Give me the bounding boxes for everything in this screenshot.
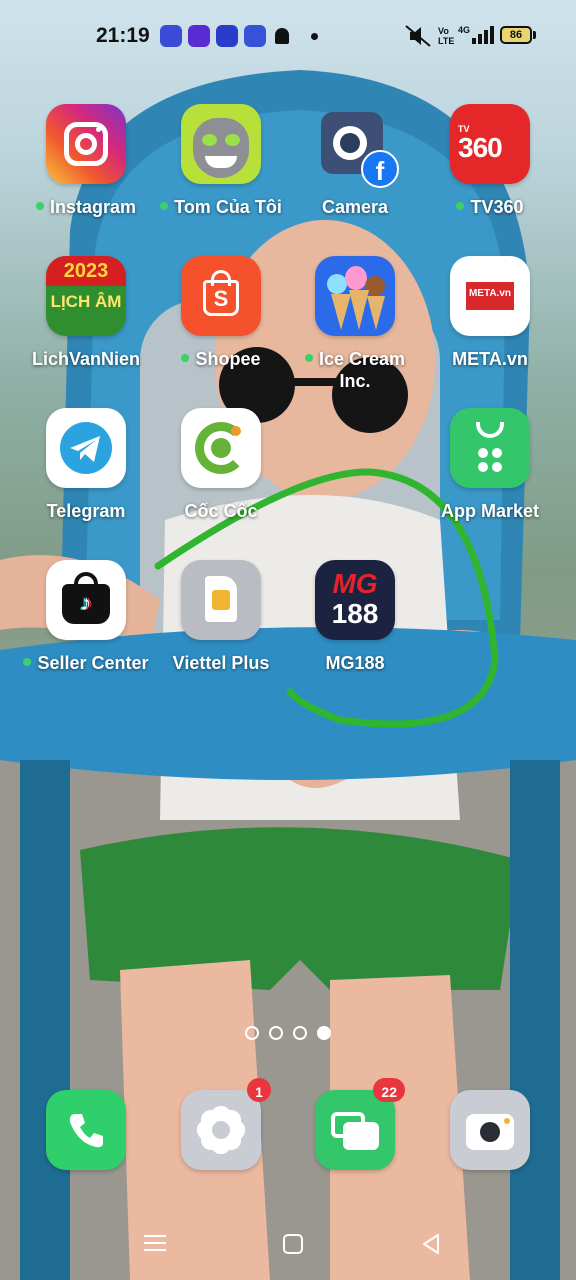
app-label: Tom Của Tôi [156,196,286,218]
mg188-icon: MG 188 [315,560,395,640]
new-dot [456,202,465,211]
battery-level: 86 [509,29,523,41]
app-label: Shopee [156,348,286,370]
page-dot[interactable] [269,1026,283,1040]
dot-icon [311,33,318,40]
telegram-icon [46,408,126,488]
coccoc-icon [181,408,261,488]
network-type: 4G [458,25,470,35]
app-meta-vn[interactable]: META.vn META.vn [425,256,555,370]
app-label: Cốc Cốc [184,501,258,521]
notification-badge: 22 [373,1078,405,1102]
app-camera-facebook[interactable]: f Camera [290,104,420,218]
app-label: Camera [321,197,389,217]
sim-card-icon [181,560,261,640]
dock-camera[interactable] [425,1090,555,1170]
ice-cream-icon [315,256,395,336]
meta-vn-icon: META.vn [450,256,530,336]
app-label: TV360 [425,196,555,218]
new-dot [23,658,32,667]
new-dot [35,202,44,211]
signal-icon: 4G [458,25,494,44]
bell-icon [275,28,289,44]
dock-settings[interactable]: 1 [156,1078,286,1170]
app-seller-center[interactable]: ♪ Seller Center [21,560,151,674]
app-label: App Market [440,501,539,521]
camera-icon [450,1090,530,1170]
page-indicator [0,1026,576,1045]
app-mg188[interactable]: MG 188 MG188 [290,560,420,674]
game-icon [188,25,210,47]
app-ice-cream[interactable]: Ice Cream Inc. [290,256,420,392]
new-dot [304,354,313,363]
app-label: LichVanNien [31,349,141,369]
volte-icon: Vo LTE [438,26,455,46]
menu-icon[interactable] [144,1233,166,1253]
page-dot-active[interactable] [317,1026,331,1040]
calendar-icon: 2023 LỊCH ÂM [46,256,126,336]
app-telegram[interactable]: Telegram [21,408,151,522]
clock: 21:19 [96,24,150,47]
new-dot [160,202,169,211]
app-market-icon [450,408,530,488]
status-bar: 21:19 Vo LTE 4G 86 [0,0,576,72]
app-coccoc[interactable]: Cốc Cốc [156,408,286,522]
phone-icon [46,1090,126,1170]
controller-icon [216,25,238,47]
back-icon[interactable] [420,1233,442,1255]
page-dot[interactable] [245,1026,259,1040]
mute-icon [405,25,431,47]
dock-phone[interactable] [21,1090,151,1170]
app-label: Viettel Plus [172,653,270,673]
app-label: Ice Cream Inc. [290,348,420,392]
hotspot-icon [160,25,182,47]
calendar-sale-icon [244,25,266,47]
app-label: Instagram [21,196,151,218]
navigation-bar [0,1225,576,1265]
battery-tip [533,31,536,39]
app-viettel-plus[interactable]: Viettel Plus [156,560,286,674]
page-dot[interactable] [293,1026,307,1040]
app-label: Telegram [46,501,126,521]
app-label: Seller Center [21,652,151,674]
app-label: MG188 [325,653,385,673]
tiktok-seller-icon: ♪ [46,560,126,640]
settings-gear-icon: 1 [181,1078,271,1170]
app-tv360[interactable]: TV 360 TV360 [425,104,555,218]
app-app-market[interactable]: App Market [425,408,555,522]
notification-badge: 1 [247,1078,271,1102]
shopee-icon: S [181,256,261,336]
dock-messages[interactable]: 22 [290,1078,420,1170]
app-tom[interactable]: Tom Của Tôi [156,104,286,218]
tv360-icon: TV 360 [450,104,530,184]
app-shopee[interactable]: S Shopee [156,256,286,370]
battery-icon: 86 [500,26,532,44]
talking-tom-icon [181,104,261,184]
app-label: META.vn [452,349,528,369]
instagram-icon [46,104,126,184]
messages-icon: 22 [315,1078,405,1170]
new-dot [181,354,190,363]
app-lichvannien[interactable]: 2023 LỊCH ÂM LichVanNien [21,256,151,370]
app-instagram[interactable]: Instagram [21,104,151,218]
home-icon[interactable] [282,1233,304,1255]
facebook-camera-icon: f [315,104,399,188]
